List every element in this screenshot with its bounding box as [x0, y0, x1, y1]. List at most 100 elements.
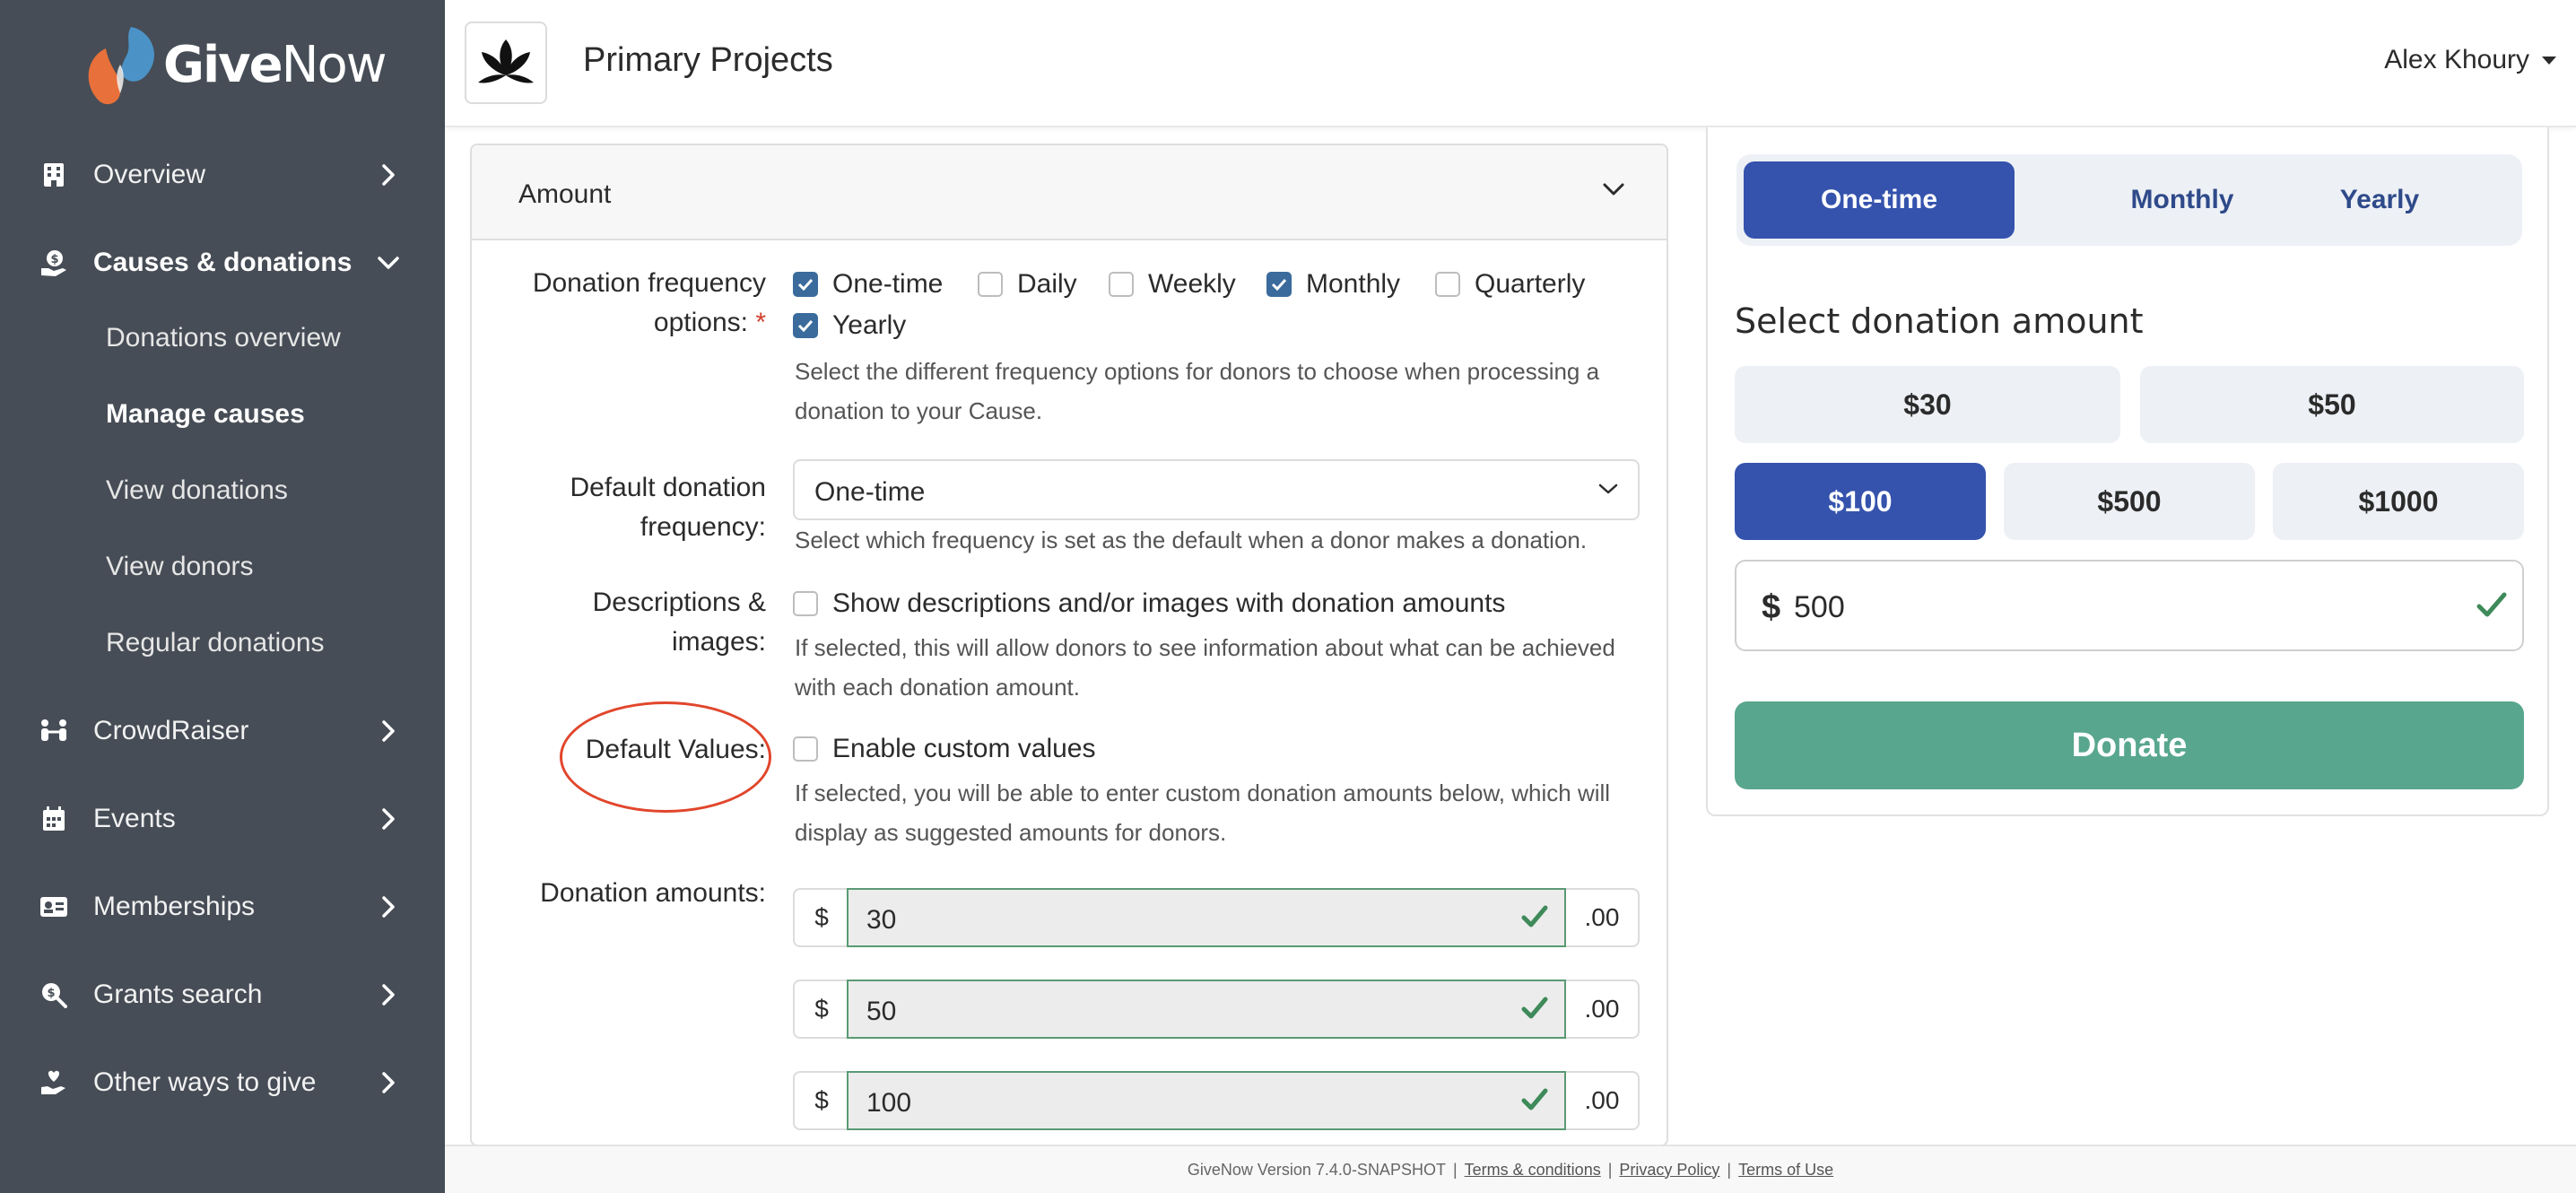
givenow-logo-icon: [79, 22, 161, 108]
freq-option-monthly[interactable]: Monthly: [1266, 269, 1400, 300]
checkbox-checked[interactable]: [793, 272, 818, 297]
required-mark: *: [755, 308, 766, 337]
sidebar-item-events[interactable]: Events: [0, 775, 445, 863]
freq-option-quarterly[interactable]: Quarterly: [1435, 269, 1585, 300]
footer-separator: |: [1607, 1160, 1613, 1179]
sidebar-item-memberships[interactable]: Memberships: [0, 863, 445, 951]
donation-widget-preview: One-time Monthly Yearly Select donation …: [1706, 127, 2549, 816]
privacy-policy-link[interactable]: Privacy Policy: [1619, 1161, 1719, 1180]
input-value: 500: [1794, 590, 1845, 624]
sidebar-item-other-ways-to-give[interactable]: Other ways to give: [0, 1039, 445, 1127]
default-frequency-help: Select which frequency is set as the def…: [795, 527, 1588, 553]
chevron-right-icon: [375, 718, 402, 745]
amount-section-header[interactable]: Amount: [472, 145, 1667, 240]
custom-amount-input[interactable]: $ 500: [1735, 560, 2524, 651]
donation-amount-row: $ 30 .00: [793, 888, 1640, 947]
checkbox-label: Enable custom values: [832, 734, 1096, 763]
input-value: 50: [866, 997, 897, 1026]
show-descriptions-option[interactable]: Show descriptions and/or images with don…: [793, 588, 1505, 619]
donation-icon: $: [38, 247, 70, 279]
amount-button-100[interactable]: $100: [1735, 463, 1986, 540]
terms-conditions-link[interactable]: Terms & conditions: [1465, 1161, 1601, 1180]
sidebar-item-overview[interactable]: Overview: [0, 131, 445, 219]
amount-button-50[interactable]: $50: [2140, 366, 2524, 443]
tab-yearly[interactable]: Yearly: [2244, 161, 2515, 239]
checkbox-checked[interactable]: [1266, 272, 1292, 297]
id-card-icon: [38, 891, 70, 923]
select-amount-title: Select donation amount: [1735, 301, 2144, 341]
checkbox[interactable]: [978, 272, 1003, 297]
input-value: 100: [866, 1088, 912, 1118]
checkbox-label: One-time: [832, 269, 944, 299]
chevron-right-icon: [375, 893, 402, 920]
donation-amount-input[interactable]: 50: [847, 980, 1566, 1039]
donation-amount-row: $ 100 .00: [793, 1071, 1640, 1130]
user-name: Alex Khoury: [2384, 45, 2529, 74]
sidebar-subitem-manage-causes[interactable]: Manage causes: [106, 399, 305, 430]
checkbox-label: Yearly: [832, 310, 907, 340]
terms-of-use-link[interactable]: Terms of Use: [1738, 1161, 1833, 1180]
checkbox-checked[interactable]: [793, 313, 818, 338]
sidebar-item-label: Grants search: [93, 980, 263, 1009]
amount-button-500[interactable]: $500: [2004, 463, 2255, 540]
sidebar-item-label: Other ways to give: [93, 1067, 317, 1097]
help-line: Select the different frequency options f…: [795, 358, 1600, 385]
caret-down-icon: [2542, 56, 2556, 65]
checkbox[interactable]: [793, 736, 818, 762]
currency-prefix: $: [793, 980, 849, 1039]
sidebar-item-causes-donations[interactable]: $ Causes & donations: [0, 219, 445, 307]
sidebar-item-crowdraiser[interactable]: CrowdRaiser: [0, 687, 445, 775]
givenow-logo[interactable]: GiveNow: [79, 22, 387, 108]
enable-custom-values-option[interactable]: Enable custom values: [793, 734, 1096, 764]
checkbox[interactable]: [1109, 272, 1134, 297]
default-frequency-select[interactable]: One-time: [793, 459, 1640, 520]
freq-option-daily[interactable]: Daily: [978, 269, 1077, 300]
sidebar-subitem-donations-overview[interactable]: Donations overview: [106, 323, 341, 353]
donation-amount-input[interactable]: 30: [847, 888, 1566, 947]
sidebar-subitem-view-donors[interactable]: View donors: [106, 552, 254, 582]
svg-text:$: $: [47, 987, 55, 1000]
donation-amount-input[interactable]: 100: [847, 1071, 1566, 1130]
help-line: with each donation amount.: [795, 674, 1080, 701]
freq-option-yearly[interactable]: Yearly: [793, 310, 906, 341]
frequency-help-text: Select the different frequency options f…: [795, 352, 1599, 431]
sidebar-item-label: Overview: [93, 160, 206, 189]
valid-check-icon: [1521, 904, 1548, 934]
calendar-icon: [38, 803, 70, 835]
checkbox-label: Daily: [1017, 269, 1077, 299]
decimal-suffix: .00: [1566, 1071, 1640, 1130]
valid-check-icon: [1521, 996, 1548, 1025]
svg-text:$: $: [50, 253, 58, 266]
freq-option-one-time[interactable]: One-time: [793, 269, 943, 300]
givenow-logo-text: GiveNow: [163, 35, 387, 94]
checkbox[interactable]: [1435, 272, 1460, 297]
input-value: 30: [866, 905, 897, 935]
help-line: donation to your Cause.: [795, 397, 1043, 424]
valid-check-icon: [2476, 590, 2508, 625]
chevron-right-icon: [375, 1069, 402, 1096]
version-text: GiveNow Version 7.4.0-SNAPSHOT: [1187, 1160, 1446, 1179]
help-line: If selected, this will allow donors to s…: [795, 634, 1615, 661]
sidebar-item-grants-search[interactable]: $ Grants search: [0, 951, 445, 1039]
leaf-logo-icon: [478, 39, 534, 83]
default-values-label: Default Values:: [585, 735, 766, 764]
checkbox-label: Quarterly: [1475, 269, 1586, 299]
donate-button[interactable]: Donate: [1735, 701, 2524, 789]
chevron-right-icon: [375, 161, 402, 188]
chevron-right-icon: [375, 805, 402, 832]
checkbox[interactable]: [793, 591, 818, 616]
chevron-right-icon: [375, 981, 402, 1008]
freq-option-weekly[interactable]: Weekly: [1109, 269, 1236, 300]
descriptions-help-text: If selected, this will allow donors to s…: [795, 628, 1615, 707]
amount-button-1000[interactable]: $1000: [2273, 463, 2524, 540]
tab-one-time[interactable]: One-time: [1744, 161, 2015, 239]
sidebar-item-label: Events: [93, 804, 176, 833]
amount-button-30[interactable]: $30: [1735, 366, 2120, 443]
sidebar-subitem-regular-donations[interactable]: Regular donations: [106, 628, 325, 658]
currency-prefix: $: [793, 888, 849, 947]
user-menu[interactable]: Alex Khoury: [2384, 45, 2556, 75]
label-line: Descriptions &: [592, 588, 766, 617]
sidebar-subitem-view-donations[interactable]: View donations: [106, 475, 288, 506]
org-logo[interactable]: [465, 22, 547, 104]
top-header: Primary Projects Alex Khoury: [445, 0, 2576, 127]
